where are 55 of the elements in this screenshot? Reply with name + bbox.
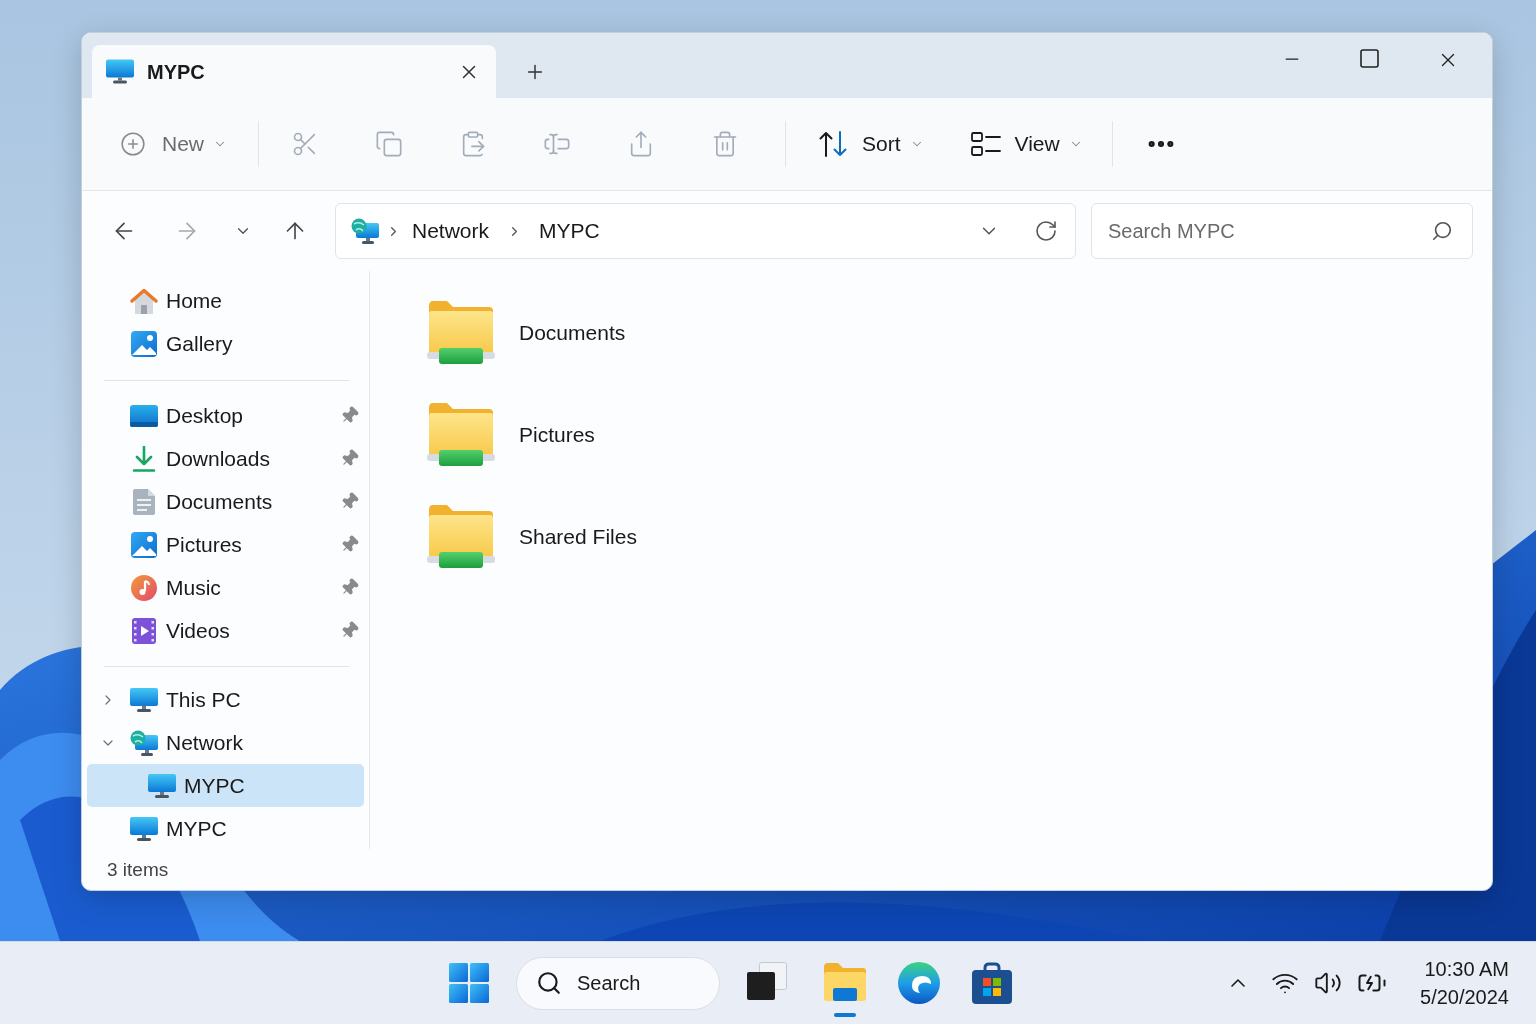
sidebar-item[interactable]: Home [87,279,364,322]
wave-logo-icon[interactable] [898,962,940,1004]
sidebar-item[interactable]: MYPC [87,807,364,850]
tab[interactable]: MYPC [92,45,496,98]
clock-date[interactable]: 5/20/2024 [1420,983,1509,1011]
sidebar-item[interactable]: This PC [87,678,364,721]
monitor-icon [130,816,158,841]
network-folder-icon [427,402,495,468]
breadcrumb-link[interactable]: MYPC [539,215,600,247]
document-icon [133,488,155,515]
clock-time[interactable]: 10:30 AM [1424,955,1509,983]
sidebar-item[interactable]: Network [87,721,364,764]
folder-item[interactable]: Shared Files [427,503,645,571]
search-icon [536,970,562,996]
screen-icon [130,404,158,427]
plus-circle-icon [120,131,146,157]
folder-item[interactable]: Pictures [427,401,603,469]
overlapping-squares-icon[interactable] [747,962,787,1000]
address-bar[interactable]: Network MYPC [335,203,1076,259]
status-text: 3 items [107,857,169,882]
sidebar-item[interactable]: Music [87,566,364,609]
picture-icon [131,330,157,357]
sort-arrows-icon [818,130,848,158]
sidebar-item[interactable]: Documents [87,480,364,523]
music-note-icon [131,574,157,601]
picture-icon [131,531,157,558]
sidebar-item[interactable]: Pictures [87,523,364,566]
maximize-icon[interactable] [1360,49,1379,68]
download-icon [132,445,156,472]
sidebar-item[interactable]: Gallery [87,322,364,365]
breadcrumb-link[interactable]: Network [412,215,490,247]
sidebar-item[interactable]: MYPC [87,764,364,807]
film-play-icon [132,617,156,644]
refresh-icon[interactable] [1034,219,1058,243]
monitor-icon [130,687,158,712]
network-folder-icon [427,504,495,570]
folder-icon[interactable] [823,962,867,1017]
home-icon [130,287,158,314]
monitor-icon [106,59,134,84]
shopping-bag-icon[interactable] [971,962,1013,1004]
sidebar-item[interactable]: Downloads [87,437,364,480]
search-icon[interactable] [1431,220,1453,242]
globe-monitor-icon [130,729,158,756]
network-folder-icon [427,300,495,366]
monitor-icon [148,773,176,798]
folder-item[interactable]: Documents [427,299,634,367]
four-squares-logo-icon[interactable] [449,963,489,1003]
view-button[interactable]: View [962,122,1091,166]
search-field[interactable]: Search MYPC [1091,203,1473,259]
view-layout-icon [970,131,1001,157]
sidebar-item[interactable]: Desktop [87,394,364,437]
sort-button[interactable]: Sort [810,122,932,166]
taskbar-search-box[interactable]: Search [516,956,720,1010]
globe-monitor-icon [351,218,379,244]
sidebar-item[interactable]: Videos [87,609,364,652]
